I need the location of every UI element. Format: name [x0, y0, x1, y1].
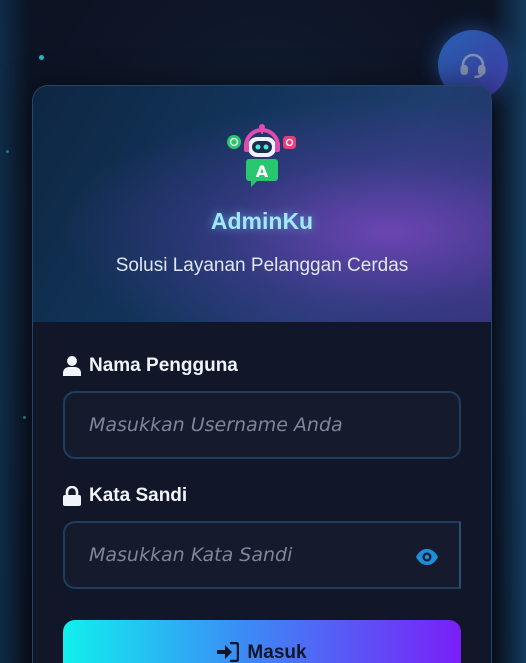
login-submit-label: Masuk [247, 642, 307, 663]
password-label: Kata Sandi [63, 485, 461, 507]
user-icon [63, 356, 81, 376]
username-label-text: Nama Pengguna [89, 355, 238, 376]
login-submit-button[interactable]: Masuk [63, 620, 461, 663]
lock-icon [63, 486, 81, 506]
svg-text:A: A [256, 162, 269, 181]
decor-dot [6, 150, 9, 153]
robot-logo: A [227, 124, 296, 187]
eye-icon[interactable] [415, 545, 439, 569]
password-label-text: Kata Sandi [89, 485, 188, 506]
username-input[interactable] [89, 414, 435, 436]
password-field-wrap [63, 521, 461, 589]
login-card: A AdminKu Solusi Layanan Pelanggan Cerda… [32, 85, 492, 663]
login-form: Nama Pengguna Kata Sandi Ma [33, 355, 491, 663]
username-label: Nama Pengguna [63, 355, 461, 377]
app-subtitle: Solusi Layanan Pelanggan Cerdas [115, 255, 409, 276]
app-title: AdminKu [210, 208, 314, 234]
sign-in-icon [217, 642, 240, 662]
decor-dot [39, 55, 44, 60]
right-edge-glow [492, 0, 526, 663]
password-input[interactable] [89, 544, 435, 566]
left-edge-glow [0, 0, 30, 663]
decor-dot [23, 416, 26, 419]
login-card-header: A AdminKu Solusi Layanan Pelanggan Cerda… [33, 86, 491, 322]
headset-icon [460, 53, 486, 79]
username-field-wrap [63, 391, 461, 459]
